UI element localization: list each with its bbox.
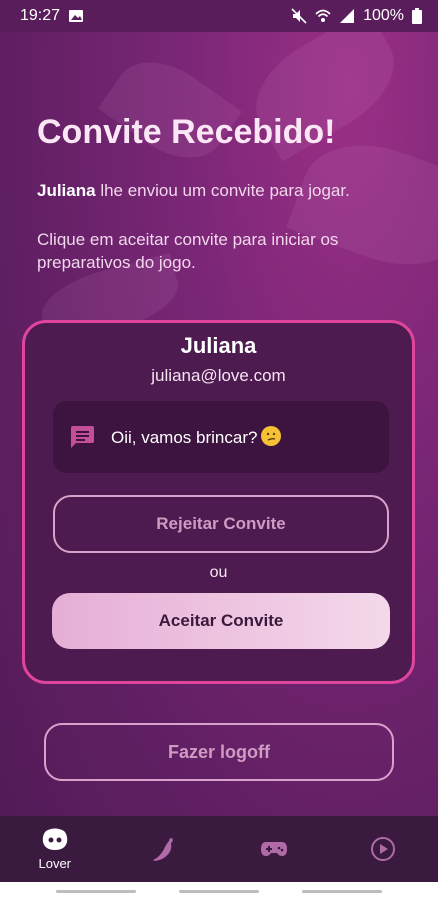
inviter-name: Juliana: [180, 333, 257, 358]
play-circle-icon: [371, 837, 396, 861]
system-navigation-bar: [0, 882, 438, 900]
logoff-button[interactable]: Fazer logoff: [44, 723, 394, 781]
image-icon: [69, 10, 84, 22]
nav-item-lover[interactable]: Lover: [15, 816, 95, 882]
pepper-icon: [153, 838, 174, 861]
system-nav-recents[interactable]: [302, 890, 382, 893]
smirk-emoji-icon: [261, 426, 282, 446]
system-nav-back[interactable]: [56, 890, 136, 893]
background-leaf: [97, 42, 243, 178]
signal-icon: [340, 9, 355, 23]
lover-face-icon: [42, 828, 67, 850]
page-title: Convite Recebido!: [37, 113, 336, 151]
nav-item-play[interactable]: [343, 816, 423, 882]
inviter-email: juliana@love.com: [151, 366, 286, 385]
nav-item-pepper[interactable]: [124, 816, 204, 882]
nav-item-games[interactable]: [234, 816, 314, 882]
message-text: Oii, vamos brincar?: [111, 426, 282, 448]
gamepad-icon: [260, 842, 287, 856]
battery-icon: [412, 8, 422, 24]
or-separator: ou: [209, 564, 228, 581]
invite-card: Juliana juliana@love.com Oii, vamos brin…: [22, 320, 415, 684]
sender-name: Juliana: [37, 181, 96, 200]
invite-sentence: Juliana lhe enviou um convite para jogar…: [37, 181, 350, 201]
status-time: 19:27: [20, 7, 61, 24]
message-box: Oii, vamos brincar?: [53, 401, 389, 473]
instruction-text: Clique em aceitar convite para iniciar o…: [37, 230, 339, 272]
reject-invite-button[interactable]: Rejeitar Convite: [53, 495, 389, 553]
accept-invite-button[interactable]: Aceitar Convite: [52, 593, 390, 649]
battery-percent: 100%: [363, 7, 404, 24]
status-bar: 19:27 100%: [0, 0, 438, 32]
nav-label-lover: Lover: [38, 855, 72, 871]
message-content: Oii, vamos brincar?: [111, 428, 258, 447]
invite-text: lhe enviou um convite para jogar.: [95, 181, 350, 200]
mute-icon: [291, 8, 307, 24]
bottom-nav: Lover: [0, 816, 438, 882]
chat-icon: [70, 426, 94, 448]
system-nav-home[interactable]: [179, 890, 259, 893]
wifi-icon: [315, 9, 331, 22]
